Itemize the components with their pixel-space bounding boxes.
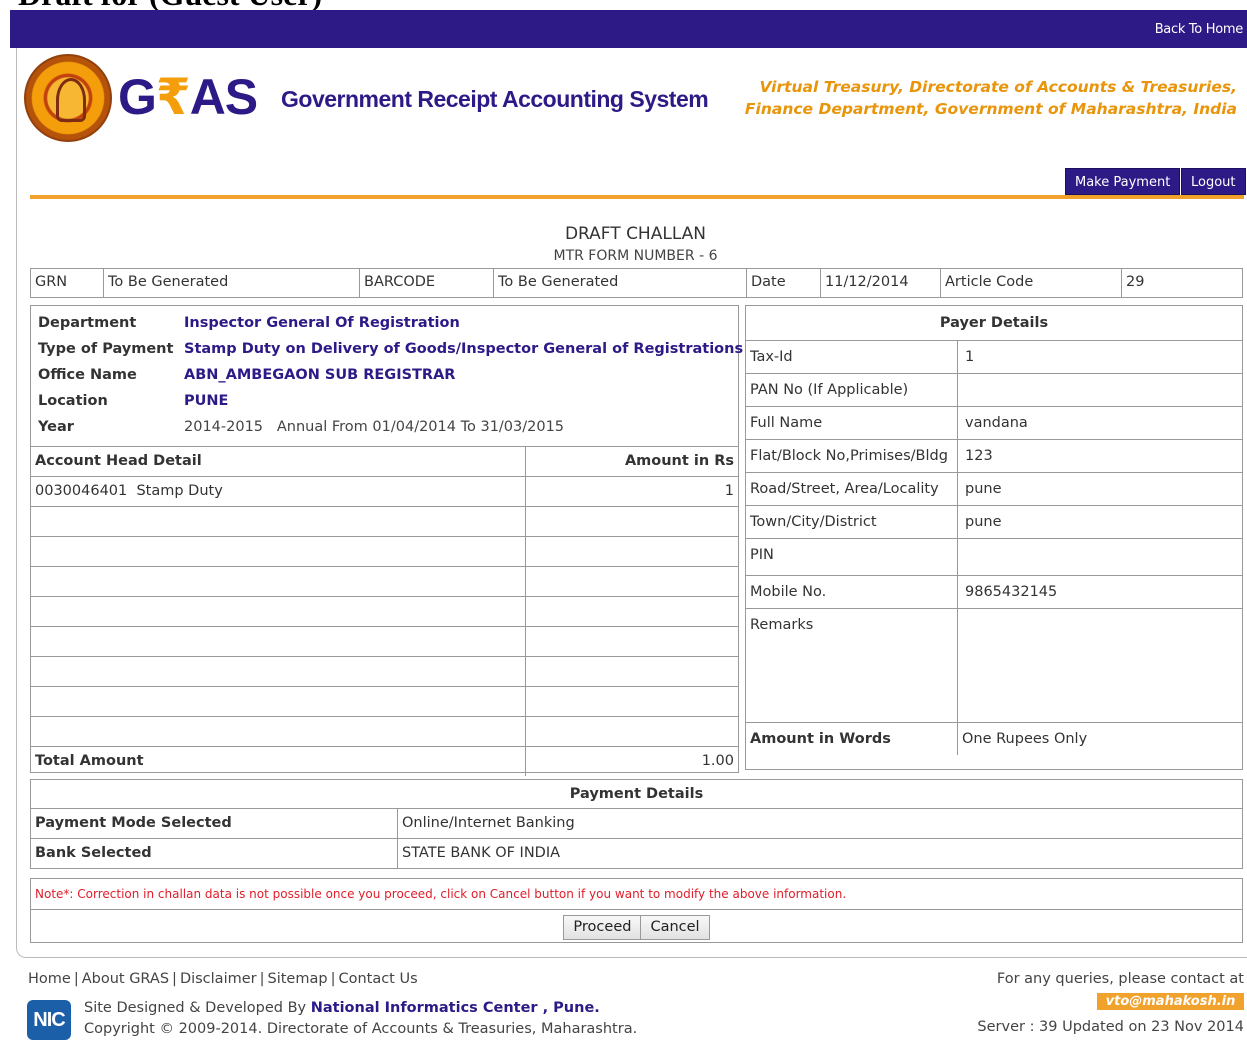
maharashtra-seal-icon [24, 54, 112, 142]
divider [30, 195, 1244, 199]
table-row [31, 656, 738, 686]
barcode-value: To Be Generated [494, 269, 747, 297]
table-row [31, 686, 738, 716]
bank-selected-row: Bank Selected STATE BANK OF INDIA [31, 839, 1242, 869]
amount-in-words-row: Amount in Words One Rupees Only [746, 723, 1242, 755]
date-value: 11/12/2014 [821, 269, 941, 297]
challan-title: DRAFT CHALLAN [564, 224, 707, 244]
account-head-table: Account Head Detail Amount in Rs 0030046… [31, 446, 738, 776]
challan-details-panel: Department Inspector General Of Registrat… [30, 305, 743, 776]
date-label: Date [747, 269, 821, 297]
grn-label: GRN [31, 269, 104, 297]
payer-details-title: Payer Details [746, 306, 1242, 341]
payer-row-pin: PIN [746, 539, 1242, 576]
table-row: 0030046401 Stamp Duty 1 [31, 476, 738, 506]
table-row [31, 536, 738, 566]
top-nav-bar: Back To Home [10, 10, 1247, 48]
server-info: Server : 39 Updated on 23 Nov 2014 [977, 1019, 1244, 1035]
footer-link-home[interactable]: Home [28, 971, 71, 987]
app-tagline: Government Receipt Accounting System [281, 86, 709, 112]
payment-type-row: Type of Payment Stamp Duty on Delivery of… [38, 341, 744, 357]
payment-details-title: Payment Details [31, 780, 1242, 809]
gras-logo: G₹AS [118, 69, 258, 125]
payer-row-mobile: Mobile No. 9865432145 [746, 576, 1242, 609]
total-amount-row: Total Amount 1.00 [31, 746, 738, 776]
correction-note: Note*: Correction in challan data is not… [31, 879, 1242, 910]
article-code-label: Article Code [941, 269, 1122, 297]
payer-row-flat: Flat/Block No,Primises/Bldg 123 [746, 440, 1242, 473]
office-name-row: Office Name ABN_AMBEGAON SUB REGISTRAR [38, 367, 456, 383]
footer-link-about[interactable]: About GRAS [82, 971, 169, 987]
challan-subtitle: MTR FORM NUMBER - 6 [553, 248, 718, 264]
back-to-home-link[interactable]: Back To Home [1155, 22, 1244, 37]
query-contact-text: For any queries, please contact at [996, 971, 1244, 987]
account-table-header: Account Head Detail Amount in Rs [31, 446, 738, 476]
grn-value: To Be Generated [104, 269, 360, 297]
page-heading: Draft for (Guest User) [18, 0, 322, 10]
cancel-button[interactable]: Cancel [641, 915, 710, 940]
payer-row-tax-id: Tax-Id 1 [746, 341, 1242, 374]
footer-link-sitemap[interactable]: Sitemap [268, 971, 328, 987]
payer-row-full-name: Full Name vandana [746, 407, 1242, 440]
payment-mode-row: Payment Mode Selected Online/Internet Ban… [31, 809, 1242, 839]
footer-link-contact[interactable]: Contact Us [338, 971, 417, 987]
payer-row-road: Road/Street, Area/Locality pune [746, 473, 1242, 506]
table-row [31, 506, 738, 536]
table-row [31, 596, 738, 626]
proceed-button[interactable]: Proceed [563, 915, 642, 940]
nic-logo-icon: NIC [27, 1000, 71, 1040]
payer-row-pan: PAN No (If Applicable) [746, 374, 1242, 407]
payment-details-panel: Payment Details Payment Mode Selected Onl… [30, 779, 1243, 869]
payer-row-town: Town/City/District pune [746, 506, 1242, 539]
department-caption: Virtual Treasury, Directorate of Account… [744, 78, 1237, 118]
footer-link-disclaimer[interactable]: Disclaimer [180, 971, 257, 987]
department-row: Department Inspector General Of Registrat… [38, 315, 460, 331]
location-row: Location PUNE [38, 393, 229, 409]
action-panel: Note*: Correction in challan data is not… [30, 878, 1243, 943]
table-row [31, 716, 738, 746]
support-email-link[interactable]: vto@mahakosh.in [1097, 993, 1244, 1010]
year-row: Year 2014-2015 Annual From 01/04/2014 To … [38, 419, 565, 435]
payer-row-remarks: Remarks [746, 609, 1242, 723]
table-row [31, 626, 738, 656]
article-code-value: 29 [1126, 274, 1145, 290]
table-row [31, 566, 738, 596]
footer-credit: Site Designed & Developed By National In… [84, 1000, 638, 1037]
barcode-label: BARCODE [360, 269, 494, 297]
logout-button[interactable]: Logout [1181, 168, 1246, 195]
footer-nav: Home | About GRAS | Disclaimer | Sitemap | Conta… [28, 971, 418, 987]
payer-details-panel: Payer Details Tax-Id 1 PAN No (If Applica… [745, 305, 1243, 770]
grn-info-row: GRN To Be Generated BARCODE To Be Genera… [30, 268, 1243, 298]
make-payment-button[interactable]: Make Payment [1065, 168, 1181, 195]
